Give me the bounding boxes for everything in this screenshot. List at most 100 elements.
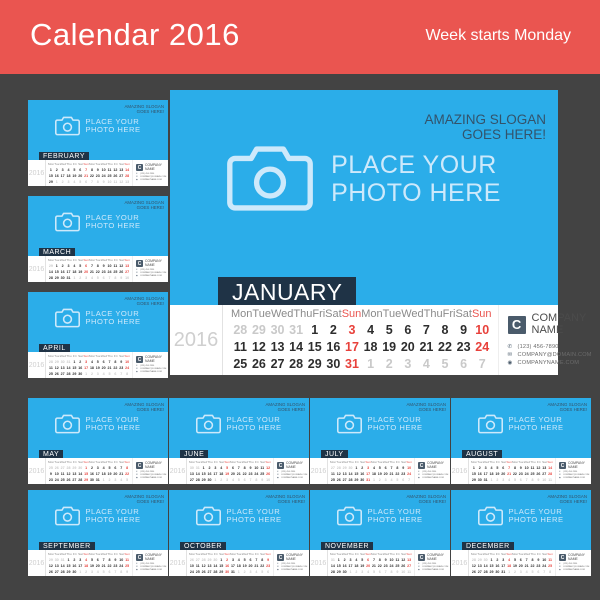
date-cell[interactable]: 31 <box>287 322 306 339</box>
date-cell[interactable]: 3 <box>343 322 362 339</box>
date-cell[interactable]: 6 <box>398 322 417 339</box>
date-cell[interactable]: 9 <box>454 322 473 339</box>
camera-icon <box>55 506 81 526</box>
company-contact-web[interactable]: ◉ COMPANYNAME.COM <box>136 477 167 480</box>
photo-placeholder-area[interactable]: AMAZING SLOGAN GOES HERE! PLACE YOUR PHOT… <box>28 100 168 160</box>
photo-placeholder-area[interactable]: AMAZING SLOGAN GOES HERE! PLACE YOUR PHOT… <box>28 490 168 550</box>
date-cell[interactable]: 21 <box>417 339 436 356</box>
month-name-banner: SEPTEMBER <box>39 542 95 550</box>
company-contact-web[interactable]: ◉ COMPANYNAME.COM <box>559 477 590 480</box>
photo-placeholder-area[interactable]: AMAZING SLOGAN GOES HERE! PLACE YOUR PHOT… <box>451 490 591 550</box>
date-cell[interactable]: 24 <box>473 339 492 356</box>
date-cell[interactable]: 2 <box>380 356 399 373</box>
date-cell[interactable]: 6 <box>454 356 473 373</box>
date-cell[interactable]: 19 <box>380 339 399 356</box>
date-cell[interactable]: 11 <box>547 477 553 483</box>
date-cell[interactable]: 26 <box>250 356 269 373</box>
date-cell[interactable]: 9 <box>124 569 130 575</box>
date-cell[interactable]: 8 <box>547 569 553 575</box>
company-contact-web[interactable]: ◉ COMPANYNAME.COM <box>136 179 167 182</box>
slogan-text: AMAZING SLOGAN GOES HERE! <box>265 494 305 504</box>
photo-placeholder-content: PLACE YOUR PHOTO HERE <box>451 414 591 434</box>
photo-placeholder-area[interactable]: AMAZING SLOGAN GOES HERE! PLACE YOUR PHOT… <box>310 490 450 550</box>
date-cell[interactable]: 3 <box>398 356 417 373</box>
date-cell[interactable]: 7 <box>417 322 436 339</box>
photo-placeholder-area[interactable]: AMAZING SLOGAN GOES HERE! PLACE YOUR PHOT… <box>28 398 168 458</box>
company-contact-phone[interactable]: ✆ (123) 456-7890 <box>508 343 590 351</box>
date-cell[interactable]: 22 <box>436 339 455 356</box>
date-cell[interactable]: 1 <box>305 322 324 339</box>
date-cell[interactable]: 11 <box>231 339 250 356</box>
date-cell[interactable]: 20 <box>398 339 417 356</box>
company-contact-web[interactable]: ◉ COMPANYNAME.COM <box>559 569 590 572</box>
company-contact-web[interactable]: ◉ COMPANYNAME.COM <box>136 569 167 572</box>
date-cell[interactable]: 11 <box>406 569 412 575</box>
date-cell[interactable]: 7 <box>473 356 492 373</box>
date-cell[interactable]: 28 <box>231 322 250 339</box>
date-cell[interactable]: 30 <box>268 322 287 339</box>
company-contact-web[interactable]: ◉ COMPANYNAME.COM <box>136 275 167 278</box>
week-row: 26 27 28 29 30 31 1 2 3 4 5 6 7 8 <box>471 569 553 575</box>
company-contact-web[interactable]: ◉ COMPANYNAME.COM <box>136 371 167 374</box>
photo-placeholder-area[interactable]: AMAZING SLOGAN GOES HERE! PLACE YOUR PHOT… <box>28 292 168 352</box>
date-cell[interactable]: 6 <box>265 569 271 575</box>
date-cell[interactable]: 10 <box>265 477 271 483</box>
company-contact-web[interactable]: ◉ COMPANYNAME.COM <box>277 569 308 572</box>
week-row: 24 25 26 27 28 29 30 31 1 2 3 4 5 6 <box>189 569 271 575</box>
photo-placeholder-area[interactable]: AMAZING SLOGAN GOES HERE! PLACE YOUR PHOT… <box>451 398 591 458</box>
date-cell[interactable]: 29 <box>305 356 324 373</box>
day-header-cell: Mon <box>231 308 253 320</box>
company-contact-web[interactable]: ◉ COMPANYNAME.COM <box>277 477 308 480</box>
company-identity: C COMPANY NAME <box>136 259 167 267</box>
date-cell[interactable]: 13 <box>124 179 130 185</box>
envelope-icon: ✉ <box>507 352 513 359</box>
date-cell[interactable]: 29 <box>250 322 269 339</box>
company-contact-web[interactable]: ◉ COMPANYNAME.COM <box>508 359 590 367</box>
date-cell[interactable]: 13 <box>268 339 287 356</box>
date-cell[interactable]: 4 <box>361 322 380 339</box>
company-contact-lines: ✆ (123) 456-7890 ✉ COMPANY@DOMAIN.COM ◉ COMPA… <box>136 471 167 480</box>
company-contact-email[interactable]: ✉ COMPANY@DOMAIN.COM <box>507 351 592 359</box>
date-cell[interactable]: 27 <box>268 356 287 373</box>
date-cell[interactable]: 10 <box>124 275 130 281</box>
date-cell[interactable]: 25 <box>231 356 250 373</box>
date-cell[interactable]: 5 <box>380 322 399 339</box>
date-cell[interactable]: 5 <box>436 356 455 373</box>
company-contact-web[interactable]: ◉ COMPANYNAME.COM <box>418 569 449 572</box>
month-name-banner: MARCH <box>39 248 76 256</box>
photo-placeholder-area[interactable]: AMAZING SLOGAN GOES HERE! PLACE YOUR PHOT… <box>169 398 309 458</box>
day-header-cell: Thu <box>293 308 313 320</box>
date-cell[interactable]: 8 <box>124 371 130 377</box>
year-label: 2016 <box>169 550 187 576</box>
date-cell[interactable]: 31 <box>343 356 362 373</box>
month-grid: Mon Tue Wed Thu Fri Sat Sun Mon Tue Wed Thu Fri Sat S… <box>328 458 414 484</box>
photo-placeholder-area[interactable]: AMAZING SLOGAN GOES HERE! PLACE YOUR PHOT… <box>169 490 309 550</box>
date-cell[interactable]: 12 <box>250 339 269 356</box>
photo-placeholder-area[interactable]: AMAZING SLOGAN GOES HERE! PLACE YOUR PHOT… <box>310 398 450 458</box>
date-cell[interactable]: 1 <box>361 356 380 373</box>
photo-placeholder-content: PLACE YOUR PHOTO HERE <box>28 212 168 232</box>
date-cell[interactable]: 8 <box>436 322 455 339</box>
date-cell[interactable]: 7 <box>406 477 412 483</box>
day-header-cell: Tue <box>252 308 271 320</box>
date-cell[interactable]: 15 <box>305 339 324 356</box>
date-cell[interactable]: 2 <box>324 322 343 339</box>
date-cell[interactable]: 30 <box>324 356 343 373</box>
slogan-text: AMAZING SLOGAN GOES HERE! <box>265 402 305 412</box>
date-cell[interactable]: 17 <box>343 339 362 356</box>
date-cell[interactable]: 18 <box>361 339 380 356</box>
photo-placeholder-area[interactable]: AMAZING SLOGAN GOES HERE! PLACE YOUR PHOT… <box>170 90 558 305</box>
date-cell[interactable]: 5 <box>124 477 130 483</box>
date-cell[interactable]: 14 <box>287 339 306 356</box>
company-contact-web[interactable]: ◉ COMPANYNAME.COM <box>418 477 449 480</box>
company-contact-text: COMPANYNAME.COM <box>281 569 303 572</box>
date-cell[interactable]: 23 <box>454 339 473 356</box>
date-cell[interactable]: 10 <box>473 322 492 339</box>
month-grid: Mon Tue Wed Thu Fri Sat Sun Mon Tue Wed Thu Fri Sat S… <box>187 458 273 484</box>
photo-placeholder-area[interactable]: AMAZING SLOGAN GOES HERE! PLACE YOUR PHOT… <box>28 196 168 256</box>
date-cell[interactable]: 4 <box>417 356 436 373</box>
day-header-cell: Fri <box>312 308 326 320</box>
date-cell[interactable]: 28 <box>287 356 306 373</box>
date-cell[interactable]: 16 <box>324 339 343 356</box>
globe-icon: ◉ <box>277 477 279 480</box>
